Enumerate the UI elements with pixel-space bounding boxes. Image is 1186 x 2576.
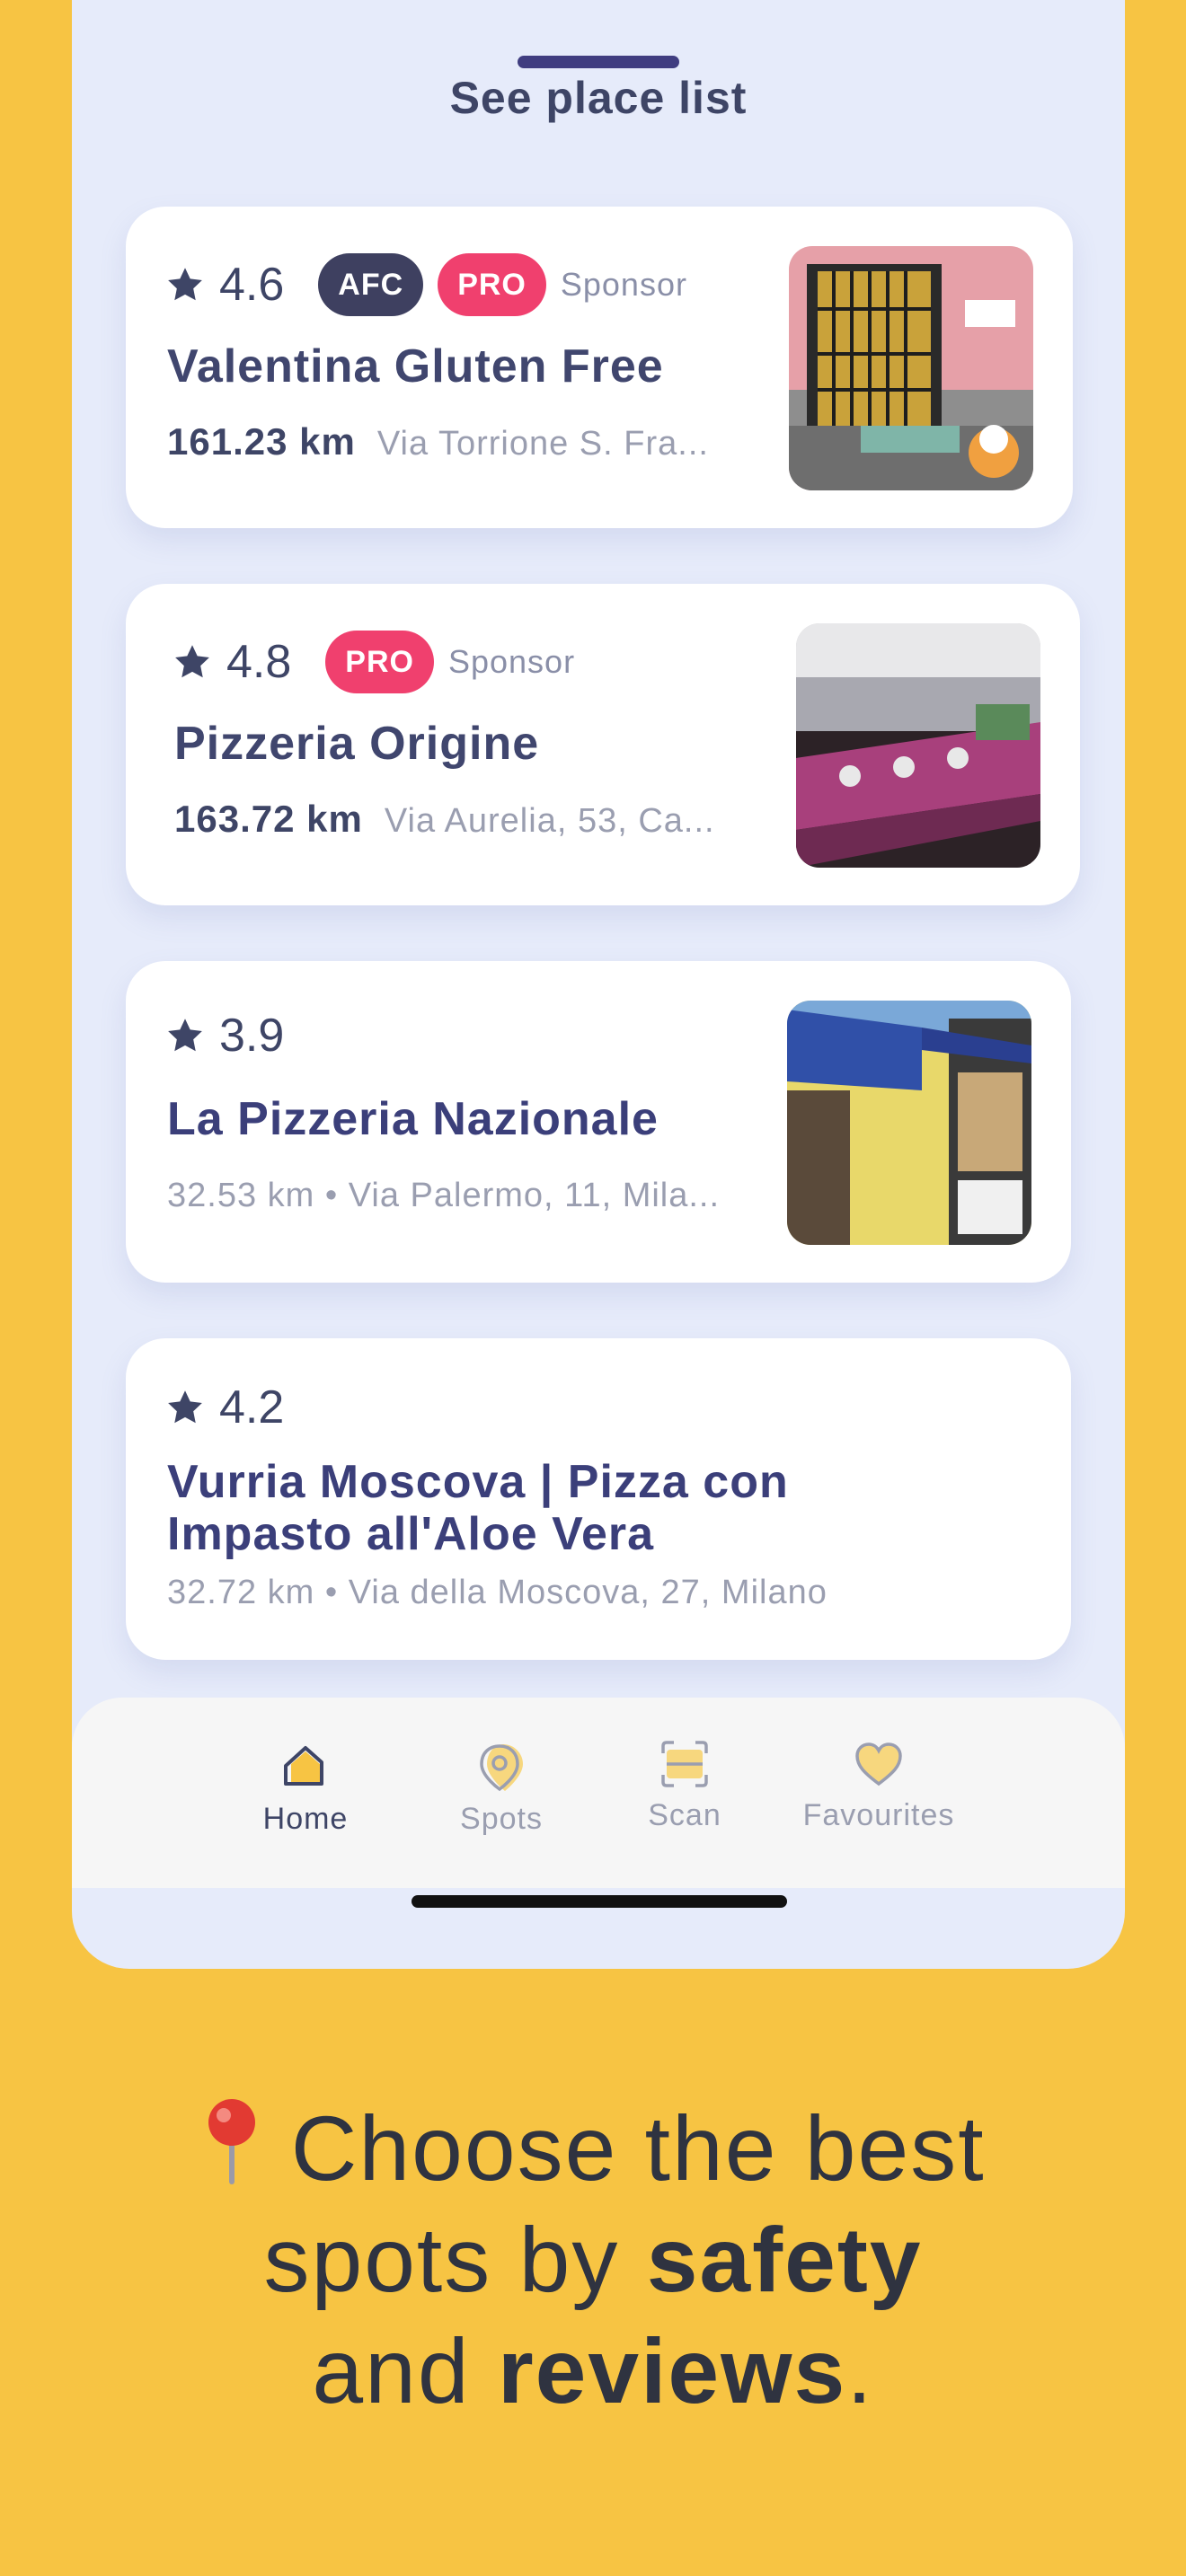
bottom-navigation: Home Spots Scan Favourites xyxy=(72,1698,1125,1888)
marketing-caption: Choose the best spots by safety and revi… xyxy=(0,2093,1186,2427)
place-location: 32.72 km • Via della Moscova, 27, Milano xyxy=(167,1574,828,1611)
scan-icon xyxy=(658,1737,712,1791)
place-photo xyxy=(787,1001,1031,1245)
sponsor-label: Sponsor xyxy=(560,266,687,303)
caption-line-3: and reviews. xyxy=(0,2316,1186,2427)
sheet-drag-handle[interactable] xyxy=(518,56,679,68)
nav-home[interactable]: Home xyxy=(234,1741,377,1837)
place-location: 32.53 km • Via Palermo, 11, Mila... xyxy=(167,1177,721,1214)
place-card[interactable]: 4.2 Vurria Moscova | Pizza con Impasto a… xyxy=(126,1338,1071,1660)
place-address: Via Torrione S. Fra... xyxy=(376,425,709,463)
star-icon xyxy=(165,1388,205,1427)
star-icon xyxy=(173,642,212,682)
place-photo xyxy=(796,623,1040,868)
phone-corner xyxy=(72,0,116,4)
star-icon xyxy=(165,265,205,304)
caption-line-1-text: Choose the best xyxy=(290,2097,986,2200)
location-pin-icon xyxy=(474,1741,528,1795)
place-photo xyxy=(789,246,1033,490)
caption-line-1: Choose the best xyxy=(0,2093,1186,2204)
place-name: Valentina Gluten Free xyxy=(167,340,664,393)
place-card[interactable]: 3.9 La Pizzeria Nazionale 32.53 km • Via… xyxy=(126,961,1071,1283)
place-location: 163.72 km Via Aurelia, 53, Ca... xyxy=(174,798,767,841)
rating-value: 3.9 xyxy=(219,1010,285,1062)
star-icon xyxy=(165,1016,205,1055)
rating-value: 4.8 xyxy=(226,636,292,688)
nav-scan[interactable]: Scan xyxy=(622,1737,748,1833)
pro-badge: PRO xyxy=(438,253,546,316)
pro-badge: PRO xyxy=(325,631,434,693)
place-distance: 163.72 km xyxy=(174,798,363,840)
nav-label: Favourites xyxy=(802,1798,955,1832)
sheet-title: See place list xyxy=(449,73,748,123)
caption-line-3-suffix: . xyxy=(846,2320,874,2422)
place-name: Pizzeria Origine xyxy=(174,718,540,770)
rating-value: 4.2 xyxy=(219,1381,285,1434)
place-card[interactable]: 4.8 PRO Sponsor Pizzeria Origine 163.72 … xyxy=(126,584,1080,905)
nav-label: Spots xyxy=(460,1802,543,1836)
phone-corner xyxy=(1081,0,1125,4)
home-indicator[interactable] xyxy=(412,1895,787,1908)
nav-favourites[interactable]: Favourites xyxy=(789,1737,969,1833)
nav-label: Home xyxy=(262,1802,349,1836)
afc-badge: AFC xyxy=(318,253,424,316)
caption-highlight-reviews: reviews xyxy=(497,2320,847,2422)
nav-spots[interactable]: Spots xyxy=(429,1741,573,1837)
place-address: Via Aurelia, 53, Ca... xyxy=(384,802,715,840)
caption-line-2-prefix: spots by xyxy=(263,2209,620,2311)
rating-value: 4.6 xyxy=(219,259,285,311)
heart-icon xyxy=(852,1737,906,1791)
nav-label: Scan xyxy=(648,1798,721,1832)
home-icon xyxy=(279,1741,332,1795)
pushpin-icon xyxy=(200,2095,263,2185)
place-name-line1: Vurria Moscova | Pizza con xyxy=(167,1456,789,1508)
place-name: La Pizzeria Nazionale xyxy=(167,1093,659,1145)
caption-line-2: spots by safety xyxy=(0,2204,1186,2316)
place-location: 161.23 km Via Torrione S. Fra... xyxy=(167,420,760,463)
sponsor-label: Sponsor xyxy=(447,643,576,680)
caption-line-3-prefix: and xyxy=(312,2320,471,2422)
phone-screen: See place list 4.6 AFC PRO Sponsor Valen… xyxy=(72,0,1125,1969)
place-name-line2: Impasto all'Aloe Vera xyxy=(167,1508,655,1560)
caption-highlight-safety: safety xyxy=(646,2209,923,2311)
place-card[interactable]: 4.6 AFC PRO Sponsor Valentina Gluten Fre… xyxy=(126,207,1073,528)
place-distance: 161.23 km xyxy=(167,420,356,463)
